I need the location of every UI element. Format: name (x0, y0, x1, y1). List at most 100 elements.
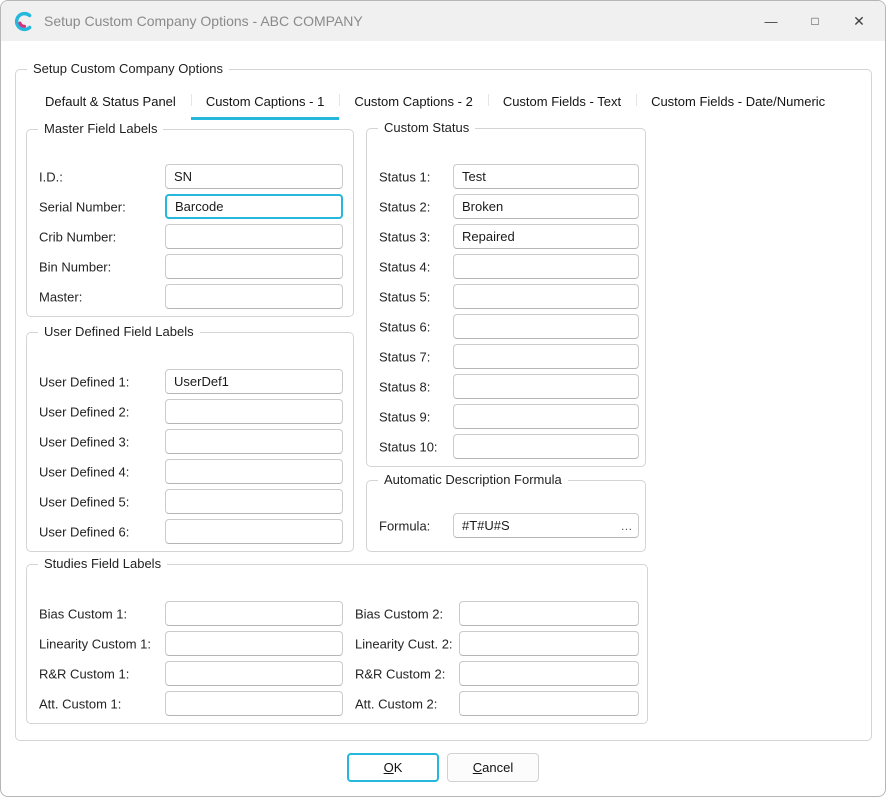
formula-browse-button[interactable]: … (617, 516, 636, 535)
formula-group-title: Automatic Description Formula (378, 472, 568, 487)
window-controls: — □ ✕ (749, 1, 881, 41)
tab-custom-fields-date-numeric[interactable]: Custom Fields - Date/Numeric (636, 86, 840, 120)
field-row: Crib Number: (39, 224, 345, 249)
field-label: Status 7: (379, 349, 430, 364)
user-defined-2-input[interactable] (165, 399, 343, 424)
status-5-input[interactable] (453, 284, 639, 309)
minimize-button[interactable]: — (749, 1, 793, 41)
field-row: Master: (39, 284, 345, 309)
field-label: Crib Number: (39, 229, 116, 244)
rr-custom-1-input[interactable] (165, 661, 343, 686)
field-label: User Defined 6: (39, 524, 129, 539)
tab-custom-captions-1[interactable]: Custom Captions - 1 (191, 86, 340, 120)
user-defined-1-input[interactable] (165, 369, 343, 394)
user-defined-6-input[interactable] (165, 519, 343, 544)
bias-custom-1-input[interactable] (165, 601, 343, 626)
bin-number-input[interactable] (165, 254, 343, 279)
dialog-button-bar: OK Cancel (1, 753, 885, 782)
field-row: Status 9: (379, 404, 637, 429)
field-label: Status 9: (379, 409, 430, 424)
linearity-custom-1-input[interactable] (165, 631, 343, 656)
cancel-button[interactable]: Cancel (447, 753, 539, 782)
field-label: Att. Custom 2: (355, 696, 437, 711)
status-4-input[interactable] (453, 254, 639, 279)
field-label: Status 6: (379, 319, 430, 334)
maximize-button[interactable]: □ (793, 1, 837, 41)
field-row: Status 6: (379, 314, 637, 339)
field-row: User Defined 1: (39, 369, 345, 394)
formula-input[interactable] (453, 513, 639, 538)
status-9-input[interactable] (453, 404, 639, 429)
user-defined-4-input[interactable] (165, 459, 343, 484)
close-button[interactable]: ✕ (837, 1, 881, 41)
att-custom-1-input[interactable] (165, 691, 343, 716)
field-label: User Defined 1: (39, 374, 129, 389)
status-8-input[interactable] (453, 374, 639, 399)
serial-number-input[interactable] (165, 194, 343, 219)
studies-group-title: Studies Field Labels (38, 556, 167, 571)
bias-custom-2-input[interactable] (459, 601, 639, 626)
field-label: Linearity Cust. 2: (355, 636, 453, 651)
field-label: Bias Custom 1: (39, 606, 127, 621)
window-title: Setup Custom Company Options - ABC COMPA… (44, 13, 363, 29)
user-defined-3-input[interactable] (165, 429, 343, 454)
field-label: R&R Custom 2: (355, 666, 445, 681)
linearity-custom-2-input[interactable] (459, 631, 639, 656)
field-row: Status 4: (379, 254, 637, 279)
field-label: User Defined 5: (39, 494, 129, 509)
cancel-button-accesskey: C (473, 760, 482, 775)
user-defined-group-title: User Defined Field Labels (38, 324, 200, 339)
field-label: Serial Number: (39, 199, 126, 214)
custom-status-group: Custom Status Status 1: Status 2: Status… (366, 128, 646, 467)
field-row: Status 5: (379, 284, 637, 309)
field-row: Formula: … (379, 513, 637, 538)
field-row: Status 1: (379, 164, 637, 189)
studies-field-labels-group: Studies Field Labels Bias Custom 1: Bias… (26, 564, 648, 724)
att-custom-2-input[interactable] (459, 691, 639, 716)
status-7-input[interactable] (453, 344, 639, 369)
field-label: Att. Custom 1: (39, 696, 121, 711)
tab-custom-fields-text[interactable]: Custom Fields - Text (488, 86, 636, 120)
id-input[interactable] (165, 164, 343, 189)
status-3-input[interactable] (453, 224, 639, 249)
app-logo-icon (14, 11, 35, 32)
field-row: User Defined 6: (39, 519, 345, 544)
rr-custom-2-input[interactable] (459, 661, 639, 686)
ok-button-accesskey: O (384, 760, 394, 775)
field-label: User Defined 4: (39, 464, 129, 479)
dialog-window: Setup Custom Company Options - ABC COMPA… (0, 0, 886, 797)
automatic-description-formula-group: Automatic Description Formula Formula: … (366, 480, 646, 552)
status-1-input[interactable] (453, 164, 639, 189)
field-label: R&R Custom 1: (39, 666, 129, 681)
field-label: Status 1: (379, 169, 430, 184)
field-row: Status 7: (379, 344, 637, 369)
field-row: User Defined 3: (39, 429, 345, 454)
field-label: Status 3: (379, 229, 430, 244)
user-defined-5-input[interactable] (165, 489, 343, 514)
cancel-button-label: ancel (482, 760, 513, 775)
field-row: Status 10: (379, 434, 637, 459)
field-row: R&R Custom 1: R&R Custom 2: (39, 661, 639, 686)
field-label: User Defined 2: (39, 404, 129, 419)
ok-button[interactable]: OK (347, 753, 439, 782)
status-6-input[interactable] (453, 314, 639, 339)
master-group-title: Master Field Labels (38, 121, 163, 136)
field-row: Att. Custom 1: Att. Custom 2: (39, 691, 639, 716)
field-label: Status 5: (379, 289, 430, 304)
status-2-input[interactable] (453, 194, 639, 219)
field-label: Status 10: (379, 439, 438, 454)
field-row: User Defined 2: (39, 399, 345, 424)
status-10-input[interactable] (453, 434, 639, 459)
crib-number-input[interactable] (165, 224, 343, 249)
tab-default-status-panel[interactable]: Default & Status Panel (30, 86, 191, 120)
tab-custom-captions-2[interactable]: Custom Captions - 2 (339, 86, 488, 120)
field-row: User Defined 4: (39, 459, 345, 484)
field-row: Serial Number: (39, 194, 345, 219)
field-row: Bin Number: (39, 254, 345, 279)
master-input[interactable] (165, 284, 343, 309)
field-row: Status 3: (379, 224, 637, 249)
field-row: Status 8: (379, 374, 637, 399)
field-row: User Defined 5: (39, 489, 345, 514)
master-field-labels-group: Master Field Labels I.D.: Serial Number:… (26, 129, 354, 317)
field-row: Status 2: (379, 194, 637, 219)
